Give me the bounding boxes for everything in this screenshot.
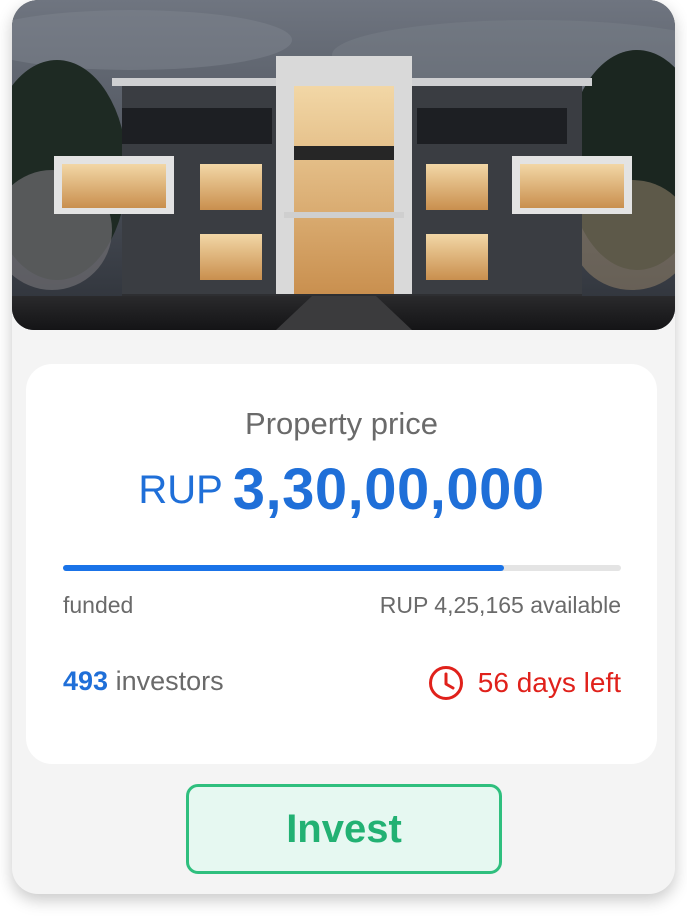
investor-count-label: investors: [115, 666, 224, 696]
price-currency: RUP: [138, 468, 223, 512]
invest-button[interactable]: Invest: [186, 784, 502, 874]
days-left: 56 days left: [428, 663, 621, 703]
property-photo: [12, 0, 675, 330]
investor-count: 493 investors: [63, 666, 224, 697]
investor-count-value: 493: [63, 666, 109, 696]
price-row: RUP 3,30,00,000: [26, 456, 657, 523]
funding-progress-fill: [63, 565, 504, 571]
available-amount: RUP 4,25,165 available: [379, 592, 621, 618]
price-label: Property price: [245, 406, 438, 441]
funding-progress-bar: [63, 565, 621, 571]
investment-summary: Property price RUP 3,30,00,000 funded RUP…: [26, 364, 657, 764]
price-value: 3,30,00,000: [232, 457, 545, 522]
invest-button-label: Invest: [286, 806, 402, 851]
clock-icon: [428, 666, 463, 700]
days-left-text: 56 days left: [477, 667, 621, 698]
property-card[interactable]: Property price RUP 3,30,00,000 funded RUP…: [12, 0, 675, 894]
funded-label: funded: [63, 592, 134, 618]
